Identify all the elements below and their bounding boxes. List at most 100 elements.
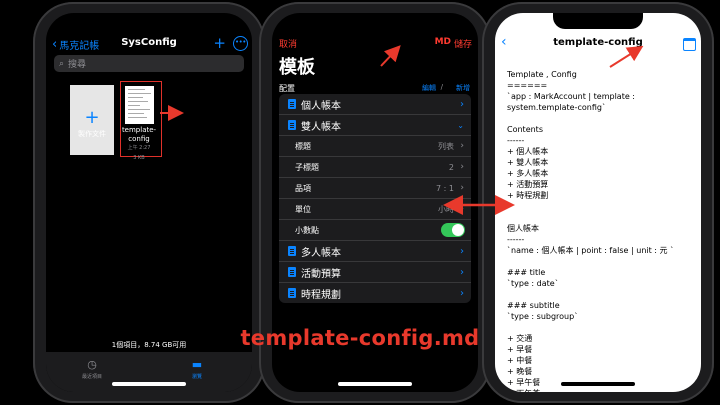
- home-indicator: [112, 382, 186, 386]
- search-icon: ⌕: [59, 58, 65, 69]
- sub-row-label: 單位: [295, 204, 311, 214]
- document-icon: [288, 267, 296, 277]
- markdown-line: ======: [507, 81, 548, 90]
- home-indicator: [561, 382, 635, 386]
- document-icon: [288, 246, 296, 256]
- sub-row-value: 小時: [438, 204, 454, 214]
- sub-row-value: 列表: [438, 141, 454, 151]
- markdown-nav-bar: ‹ template-config: [495, 34, 701, 55]
- tab-browse[interactable]: ▬ 瀏覽: [167, 358, 227, 380]
- save-button[interactable]: 儲存: [454, 37, 472, 50]
- sub-row[interactable]: 標題 列表 ›: [279, 136, 471, 157]
- row-label: 個人帳本: [301, 100, 341, 112]
- markdown-line: ------: [507, 136, 525, 145]
- markdown-line: + 雙人帳本: [507, 158, 549, 167]
- markdown-line: `type : date`: [507, 279, 559, 288]
- sub-row-label: 標題: [295, 141, 311, 151]
- markdown-line: `app : MarkAccount | template :: [507, 92, 635, 101]
- search-placeholder: 搜尋: [68, 60, 87, 70]
- notch: [553, 13, 643, 29]
- chevron-down-icon: ⌄: [457, 120, 464, 130]
- template-row[interactable]: 多人帳本 ›: [279, 241, 471, 262]
- markdown-line: + 多人帳本: [507, 169, 549, 178]
- file-name-line2: config: [128, 135, 150, 143]
- template-row[interactable]: 雙人帳本 ⌄: [279, 115, 471, 136]
- sub-row: 小數點: [279, 220, 471, 241]
- markdown-line: ------: [507, 235, 525, 244]
- calendar-icon[interactable]: [683, 38, 696, 51]
- markdown-line: + 晚餐: [507, 367, 533, 376]
- sub-row-label: 小數點: [295, 225, 319, 235]
- row-label: 活動預算: [301, 268, 341, 280]
- chevron-right-icon: ›: [460, 162, 464, 172]
- sub-row[interactable]: 單位 小時 ›: [279, 199, 471, 220]
- sub-row-value: 2: [448, 162, 454, 172]
- clock-icon: ◷: [87, 358, 97, 371]
- chevron-right-icon: ›: [460, 141, 464, 151]
- sub-row-value: 7 : 1: [436, 183, 454, 193]
- template-row[interactable]: 個人帳本 ›: [279, 94, 471, 115]
- chevron-right-icon: ›: [460, 245, 464, 257]
- file-name-line1: template-: [121, 126, 157, 134]
- chevron-right-icon: ›: [460, 287, 464, 299]
- markdown-line: system.template-config`: [507, 103, 606, 112]
- search-input[interactable]: ⌕ 搜尋: [54, 55, 244, 72]
- file-date: 上午 2:27: [127, 145, 151, 151]
- markdown-line: + 中餐: [507, 356, 533, 365]
- sub-row[interactable]: 品項 7 : 1 ›: [279, 178, 471, 199]
- markdown-line: + 個人帳本: [507, 147, 549, 156]
- section-header: 配置: [279, 84, 295, 93]
- chevron-right-icon: ›: [460, 183, 464, 193]
- md-button[interactable]: MD: [435, 37, 451, 47]
- plus-icon: +: [84, 107, 100, 128]
- chevron-right-icon: ›: [460, 266, 464, 278]
- page-title: 模板: [279, 57, 315, 78]
- markdown-line: + 時程規劃: [507, 191, 549, 200]
- markdown-line: `name : 個人帳本 | point : false | unit : 元 …: [507, 246, 675, 255]
- template-row[interactable]: 活動預算 ›: [279, 262, 471, 283]
- document-icon: [288, 120, 296, 130]
- file-size: 3 KB: [133, 155, 145, 161]
- markdown-line: 個人帳本: [507, 224, 539, 233]
- document-icon: [288, 99, 296, 109]
- markdown-line: ### title: [507, 268, 546, 277]
- tab-bar: ◷ 最近項目 ▬ 瀏覽: [46, 352, 252, 392]
- add-button[interactable]: 新增: [456, 83, 470, 93]
- markdown-line: [507, 289, 697, 300]
- markdown-line: ### subtitle: [507, 301, 560, 310]
- caption-filename: template-config.md: [240, 326, 480, 350]
- row-label: 時程規劃: [301, 289, 341, 301]
- tab-recents[interactable]: ◷ 最近項目: [62, 358, 122, 380]
- notch: [104, 13, 194, 29]
- document-icon: [288, 288, 296, 298]
- row-label: 雙人帳本: [301, 121, 341, 133]
- markdown-line: Contents: [507, 125, 543, 134]
- tab-browse-label: 瀏覽: [191, 374, 202, 380]
- ellipsis-circle-icon[interactable]: •••: [233, 36, 248, 51]
- file-name[interactable]: template- config: [112, 126, 166, 144]
- edit-button[interactable]: 編輯: [422, 83, 436, 93]
- cancel-button[interactable]: 取消: [279, 37, 297, 50]
- folder-icon: ▬: [191, 358, 203, 371]
- template-row[interactable]: 時程規劃 ›: [279, 283, 471, 303]
- markdown-line: + 活動預算: [507, 180, 549, 189]
- notch: [330, 13, 420, 29]
- create-document-tile[interactable]: +: [70, 85, 114, 155]
- sub-row[interactable]: 子標題 2 ›: [279, 157, 471, 178]
- nav-title: template-config: [553, 37, 643, 48]
- markdown-line: [507, 113, 697, 124]
- markdown-line: + 下午茶: [507, 388, 697, 392]
- row-label: 多人帳本: [301, 247, 341, 259]
- chevron-right-icon: ›: [460, 204, 464, 214]
- sub-row-label: 品項: [295, 183, 311, 193]
- markdown-line: `type : subgroup`: [507, 312, 579, 321]
- files-nav-bar: ‹ 馬克記帳 SysConfig + •••: [46, 34, 252, 55]
- plus-icon[interactable]: +: [213, 34, 226, 52]
- chevron-right-icon: ›: [460, 98, 464, 110]
- tab-recents-label: 最近項目: [81, 374, 102, 380]
- markdown-line: Template , Config: [507, 70, 577, 79]
- home-indicator: [338, 382, 412, 386]
- template-list: 個人帳本 › 雙人帳本 ⌄ 標題 列表 › 子標題 2 › 品項 7 : 1 ›…: [279, 94, 471, 303]
- decimal-toggle[interactable]: [441, 223, 465, 237]
- separator: /: [440, 83, 443, 91]
